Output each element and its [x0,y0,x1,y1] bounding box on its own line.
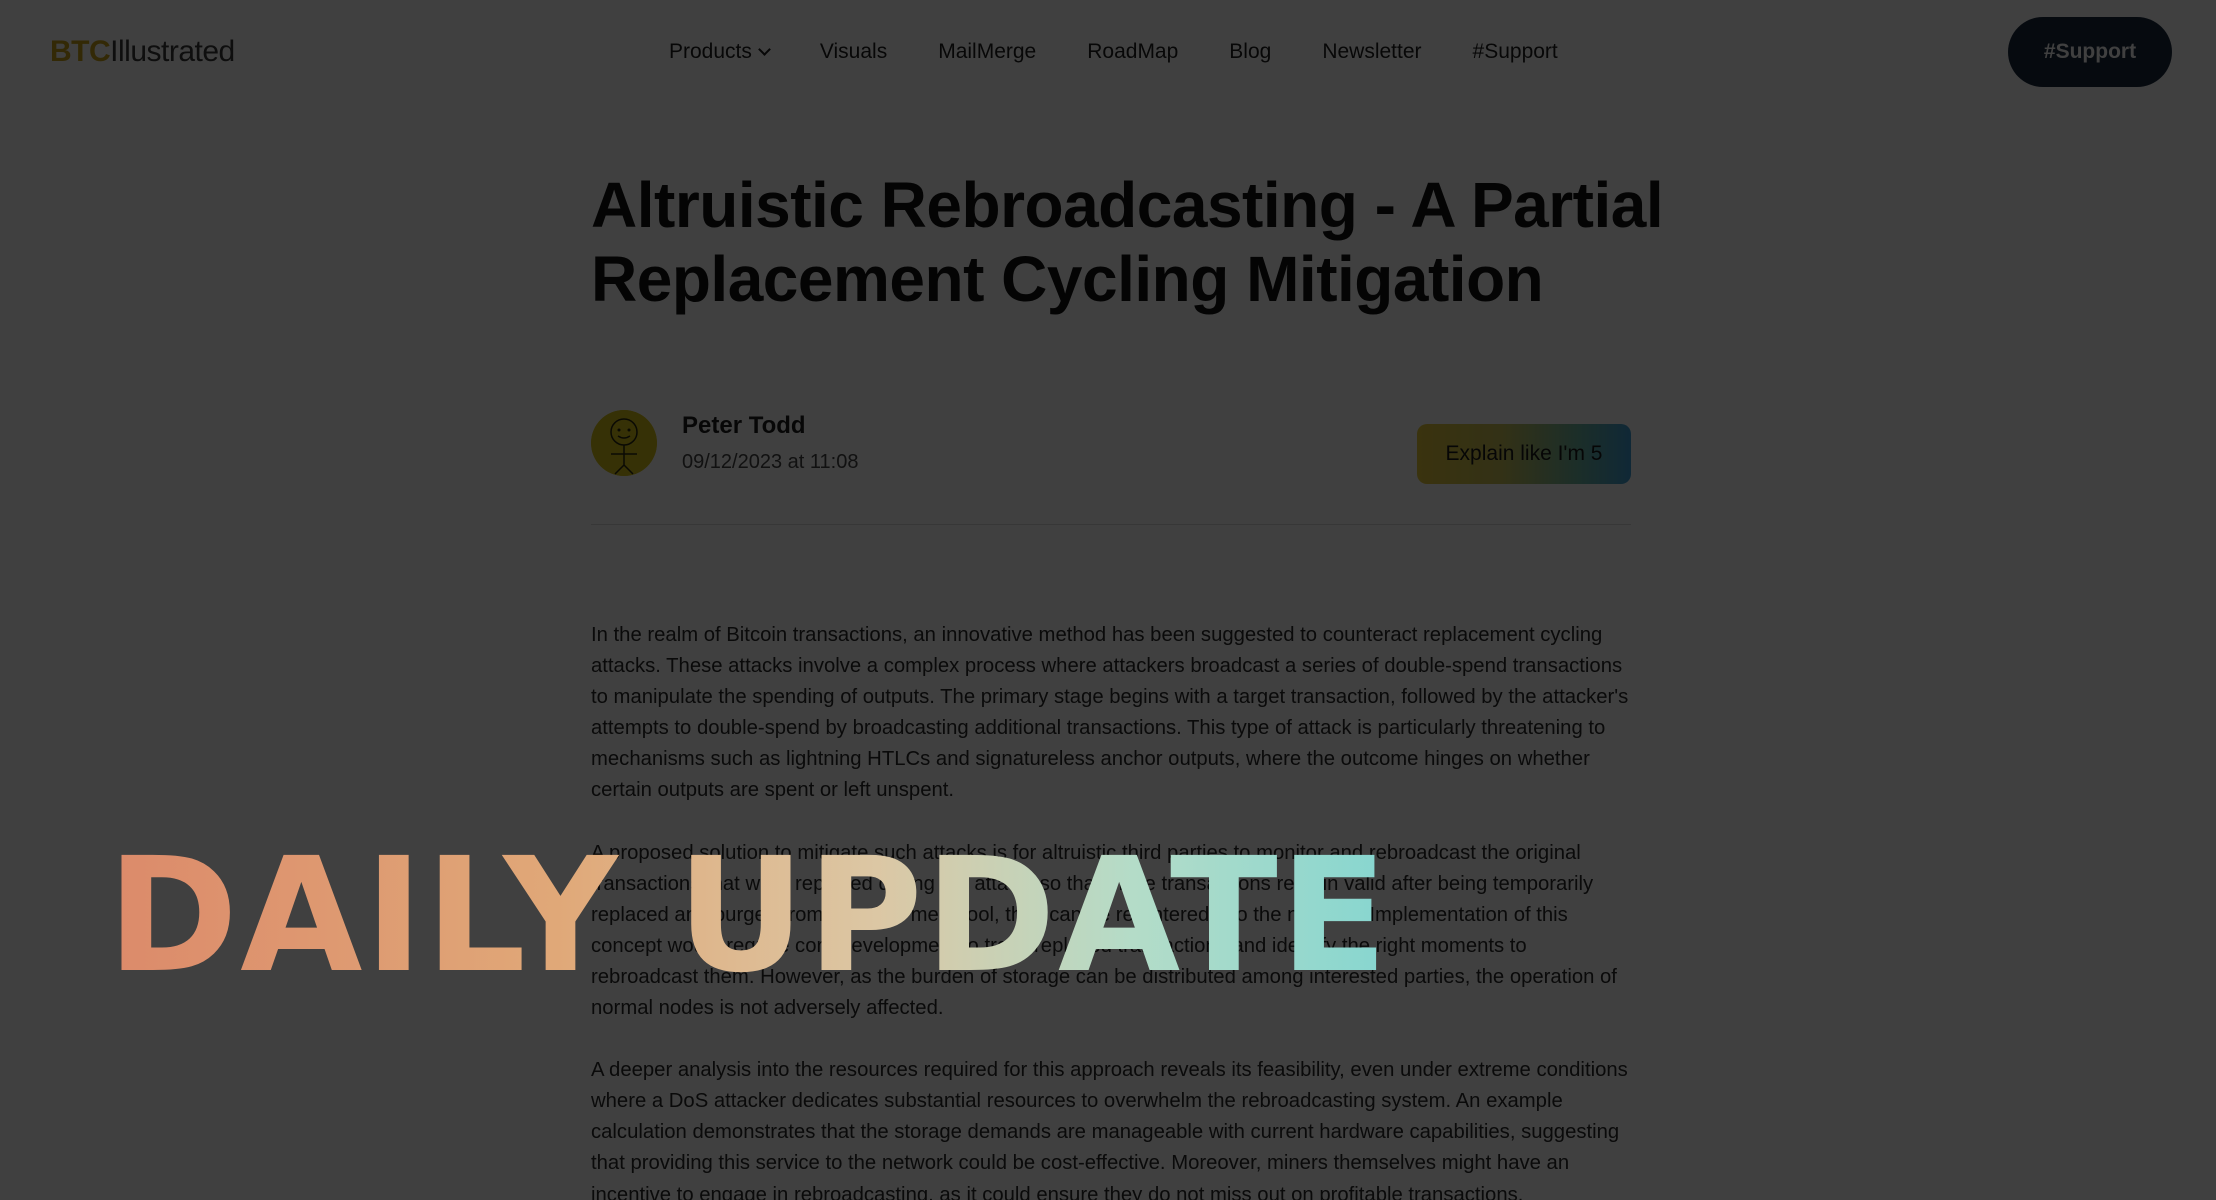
chevron-down-icon [758,43,771,56]
nav-blog[interactable]: Blog [1229,40,1271,64]
smiley-face-avatar-icon [591,410,657,476]
nav-roadmap[interactable]: RoadMap [1087,40,1178,64]
publish-date: 09/12/2023 at 11:08 [682,451,859,473]
nav-support[interactable]: #Support [1473,40,1558,64]
nav-products-label: Products [669,40,752,63]
site-header: BTCIllustrated Products Visuals MailMerg… [0,0,2216,104]
author-name[interactable]: Peter Todd [682,412,806,440]
nav-visuals[interactable]: Visuals [820,40,887,64]
nav-mailmerge[interactable]: MailMerge [938,40,1036,64]
author-row: Peter Todd 09/12/2023 at 11:08 Explain l… [591,408,1631,484]
paragraph: In the realm of Bitcoin transactions, an… [591,624,1629,802]
logo-btc-text: BTC [50,35,111,68]
article-title: Altruistic Rebroadcasting - A Partial Re… [591,169,1664,315]
support-button[interactable]: #Support [2008,17,2172,87]
paragraph: A deeper analysis into the resources req… [591,1059,1628,1200]
site-logo[interactable]: BTCIllustrated [50,32,235,72]
logo-illustrated-text: Illustrated [110,35,235,68]
avatar [591,410,657,476]
daily-update-banner: DAILY UPDATE [107,824,1390,1008]
explain-like-im-5-button[interactable]: Explain like I'm 5 [1417,424,1631,484]
nav-products[interactable]: Products [669,40,771,64]
divider [591,524,1631,525]
nav-newsletter[interactable]: Newsletter [1322,40,1421,64]
main-nav: Products Visuals MailMerge RoadMap Blog … [669,36,1558,68]
